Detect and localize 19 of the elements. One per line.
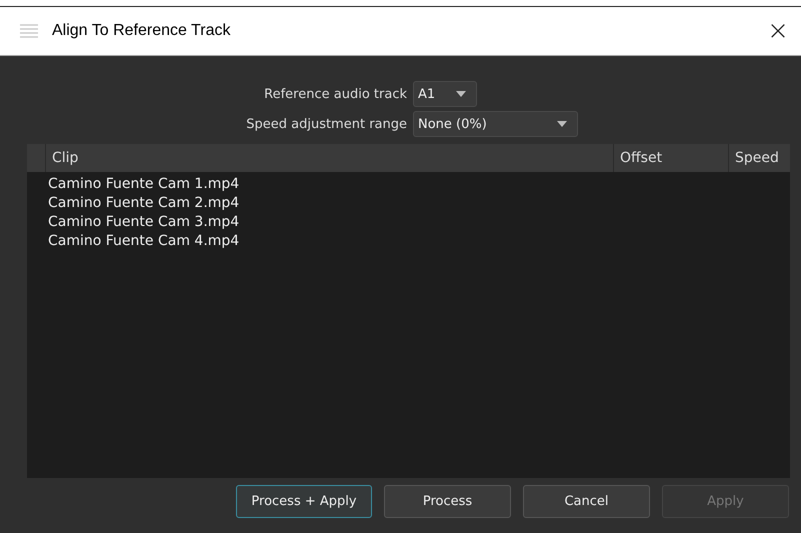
table-cell-text: Camino Fuente Cam 1.mp4 [48,176,240,194]
column-header[interactable]: Speed [729,144,790,172]
table-cell-text: Camino Fuente Cam 2.mp4 [48,195,240,213]
dropdown[interactable]: A1 [413,81,477,107]
table-cell-text: Camino Fuente Cam 4.mp4 [48,233,240,251]
dropdown[interactable]: None (0%) [413,111,578,137]
caret-icon [557,121,567,127]
column-header[interactable]: Offset [614,144,729,172]
caret-icon [456,91,466,97]
table-cell-text: Camino Fuente Cam 3.mp4 [48,214,240,232]
dialog-button[interactable]: Process [384,485,511,518]
list-icon [20,24,38,38]
close-button[interactable]: × [755,8,801,54]
field-label: Reference audio track [263,86,407,102]
column-header[interactable]: Clip [46,144,614,172]
dialog-button[interactable]: Process + Apply [236,485,372,518]
dialog-button[interactable]: Cancel [523,485,650,518]
window-title: Align To Reference Track [52,22,230,40]
field-label: Speed adjustment range [245,116,407,132]
